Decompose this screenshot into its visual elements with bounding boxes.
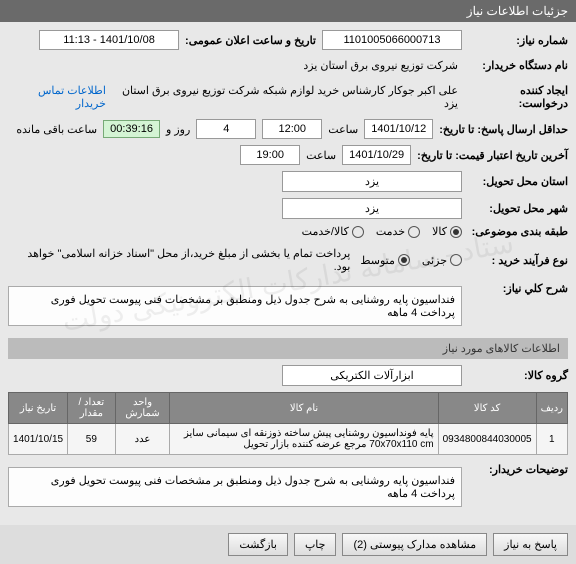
print-button[interactable]: چاپ <box>294 533 337 556</box>
goods-group-label: گروه کالا: <box>468 369 568 382</box>
th-code: کد کالا <box>438 393 536 424</box>
radio-both-label: کالا/خدمت <box>302 225 349 238</box>
buyer-notes-box: فنداسیون پایه روشنایی به شرح جدول ذیل وم… <box>8 467 462 507</box>
public-announce-label: تاریخ و ساعت اعلان عمومی: <box>185 34 316 47</box>
category-label: طبقه بندی موضوعی: <box>468 225 568 238</box>
buyer-notes-label: توضیحات خریدار: <box>468 463 568 476</box>
radio-medium-circle <box>398 254 410 266</box>
radio-service-circle <box>408 226 420 238</box>
cell-qty: 59 <box>68 424 115 455</box>
need-number-label: شماره نیاز: <box>468 34 568 47</box>
validity-date: 1401/10/29 <box>342 145 411 165</box>
items-section-header: اطلاعات کالاهای مورد نیاز <box>8 338 568 359</box>
process-label: نوع فرآیند خرید : <box>468 254 568 267</box>
days-value: 4 <box>196 119 256 139</box>
radio-medium[interactable]: متوسط <box>360 254 410 267</box>
radio-partial[interactable]: جزئی <box>422 254 462 267</box>
items-table: ردیف کد کالا نام کالا واحد شمارش تعداد /… <box>8 392 568 455</box>
contact-link[interactable]: اطلاعات تماس خریدار <box>8 84 106 110</box>
th-name: نام کالا <box>170 393 438 424</box>
buyer-org-label: نام دستگاه خریدار: <box>468 59 568 72</box>
remaining-label: ساعت باقی مانده <box>16 123 97 136</box>
cell-name: پایه فونداسیون روشنایی پیش ساخته ذوزنقه … <box>170 424 438 455</box>
radio-medium-label: متوسط <box>360 254 395 267</box>
radio-goods-label: کالا <box>432 225 447 238</box>
attachments-button[interactable]: مشاهده مدارک پیوستی (2) <box>342 533 487 556</box>
requester-value: علی اکبر جوکار کارشناس خرید لوازم شبکه ش… <box>112 81 462 113</box>
need-desc-box: فنداسیون پایه روشنایی به شرح جدول ذیل وم… <box>8 286 462 326</box>
th-qty: تعداد / مقدار <box>68 393 115 424</box>
cell-unit: عدد <box>115 424 170 455</box>
cell-code: 0934800844030005 <box>438 424 536 455</box>
public-announce-value: 1401/10/08 - 11:13 <box>39 30 179 50</box>
button-bar: پاسخ به نیاز مشاهده مدارک پیوستی (2) چاپ… <box>0 525 576 564</box>
table-row[interactable]: 1 0934800844030005 پایه فونداسیون روشنای… <box>9 424 568 455</box>
process-radio-group: جزئی متوسط <box>360 254 462 267</box>
cell-date: 1401/10/15 <box>9 424 68 455</box>
table-header-row: ردیف کد کالا نام کالا واحد شمارش تعداد /… <box>9 393 568 424</box>
payment-note: پرداخت تمام یا بخشی از مبلغ خرید،از محل … <box>8 244 354 276</box>
need-desc-label: شرح کلي نیاز: <box>468 282 568 295</box>
delivery-city-label: شهر محل تحویل: <box>468 202 568 215</box>
validity-time: 19:00 <box>240 145 300 165</box>
reply-button[interactable]: پاسخ به نیاز <box>493 533 568 556</box>
th-unit: واحد شمارش <box>115 393 170 424</box>
radio-both[interactable]: کالا/خدمت <box>302 225 364 238</box>
cell-row: 1 <box>536 424 567 455</box>
radio-goods[interactable]: کالا <box>432 225 462 238</box>
radio-partial-label: جزئی <box>422 254 447 267</box>
saat-label-1: ساعت <box>328 123 358 136</box>
saat-label-2: ساعت <box>306 149 336 162</box>
buyer-org-value: شرکت توزیع نیروی برق استان یزد <box>299 56 462 75</box>
radio-partial-circle <box>450 254 462 266</box>
need-number-value: 1101005066000713 <box>322 30 462 50</box>
validity-label: آخرین تاریخ اعتبار قیمت: تا تاریخ: <box>417 149 568 162</box>
requester-label: ایجاد کننده درخواست: <box>468 84 568 110</box>
back-button[interactable]: بازگشت <box>228 533 288 556</box>
items-section-title: اطلاعات کالاهای مورد نیاز <box>443 343 560 355</box>
delivery-province-label: استان محل تحویل: <box>468 175 568 188</box>
delivery-city: یزد <box>282 198 462 219</box>
deadline-date: 1401/10/12 <box>364 119 433 139</box>
radio-service-label: خدمت <box>376 225 405 238</box>
deadline-time: 12:00 <box>262 119 322 139</box>
th-date: تاریخ نیاز <box>9 393 68 424</box>
radio-both-circle <box>352 226 364 238</box>
page-header: جزئیات اطلاعات نیاز <box>0 0 576 22</box>
page-title: جزئیات اطلاعات نیاز <box>467 4 568 18</box>
need-desc-text: فنداسیون پایه روشنایی به شرح جدول ذیل وم… <box>51 294 455 319</box>
deadline-label: حداقل ارسال پاسخ: تا تاریخ: <box>439 123 568 136</box>
category-radio-group: کالا خدمت کالا/خدمت <box>302 225 462 238</box>
buyer-notes-text: فنداسیون پایه روشنایی به شرح جدول ذیل وم… <box>51 475 455 500</box>
days-label: روز و <box>166 123 190 136</box>
goods-group-value: ابزارآلات الکتریکی <box>282 365 462 386</box>
radio-goods-circle <box>450 226 462 238</box>
th-row: ردیف <box>536 393 567 424</box>
countdown-timer: 00:39:16 <box>103 120 160 138</box>
delivery-province: یزد <box>282 171 462 192</box>
radio-service[interactable]: خدمت <box>376 225 420 238</box>
